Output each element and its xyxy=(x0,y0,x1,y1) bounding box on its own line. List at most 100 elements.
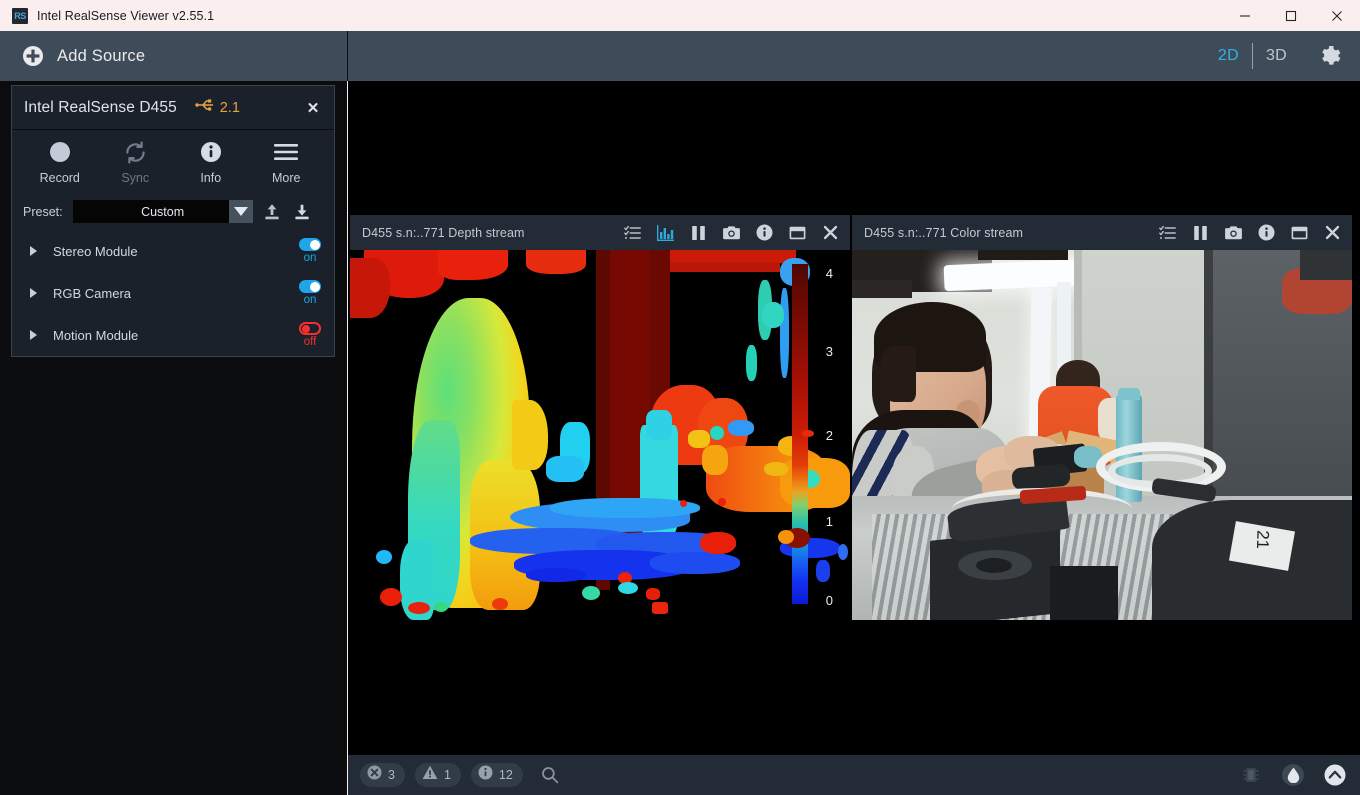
stream-close-icon[interactable] xyxy=(1324,224,1341,241)
color-stream-panel: D455 s.n:..771 Color stream xyxy=(852,215,1352,620)
status-bar: 3 1 12 xyxy=(348,755,1360,795)
toggle-state-label: on xyxy=(304,252,317,264)
usb-icon xyxy=(195,98,214,117)
colorbar-tick-1: 1 xyxy=(826,514,833,529)
stream-snapshot-icon[interactable] xyxy=(1225,224,1242,241)
module-row-motion[interactable]: Motion Module off xyxy=(12,314,334,356)
info-count: 12 xyxy=(499,768,513,782)
color-stream-title: D455 s.n:..771 Color stream xyxy=(864,226,1023,240)
hamburger-menu-icon xyxy=(274,140,298,164)
sync-arrows-icon xyxy=(124,140,147,164)
toggle-switch[interactable] xyxy=(299,238,321,251)
module-row-stereo[interactable]: Stereo Module on xyxy=(12,230,334,272)
stream-info-icon[interactable] xyxy=(1258,224,1275,241)
sync-label: Sync xyxy=(121,171,149,185)
preset-value: Custom xyxy=(141,205,184,219)
warning-triangle-icon xyxy=(422,765,438,785)
module-name: RGB Camera xyxy=(53,286,131,301)
motion-module-toggle[interactable]: off xyxy=(299,322,321,348)
module-name: Stereo Module xyxy=(53,244,138,259)
record-button[interactable]: Record xyxy=(22,140,98,185)
add-source-label: Add Source xyxy=(57,47,145,66)
toggle-state-label: on xyxy=(304,294,317,306)
more-button[interactable]: More xyxy=(249,140,325,185)
depth-stream-header: D455 s.n:..771 Depth stream xyxy=(350,215,850,250)
search-icon[interactable] xyxy=(541,766,559,784)
toolbar-divider xyxy=(347,31,348,81)
stream-metadata-icon[interactable] xyxy=(1159,224,1176,241)
triangle-right-icon[interactable] xyxy=(30,330,37,340)
stream-maximize-icon[interactable] xyxy=(789,224,806,241)
expand-panel-icon[interactable] xyxy=(1324,764,1346,786)
error-circle-icon xyxy=(367,765,382,785)
color-rgb-frame: 21 xyxy=(852,250,1352,620)
error-count-chip[interactable]: 3 xyxy=(360,763,405,787)
stream-snapshot-icon[interactable] xyxy=(723,224,740,241)
application-window: RS Intel RealSense Viewer v2.55.1 xyxy=(0,0,1360,795)
upload-preset-icon[interactable] xyxy=(261,201,283,223)
colorbar-tick-2: 2 xyxy=(826,428,833,443)
rgb-camera-toggle[interactable]: on xyxy=(299,280,321,306)
add-source-button[interactable]: Add Source xyxy=(0,31,347,81)
toggle-switch[interactable] xyxy=(299,322,321,335)
stream-metadata-icon[interactable] xyxy=(624,224,641,241)
tab-3d-view[interactable]: 3D xyxy=(1253,47,1300,65)
stereo-module-toggle[interactable]: on xyxy=(299,238,321,264)
stream-viewport: D455 s.n:..771 Depth stream xyxy=(348,81,1360,795)
minimize-button[interactable] xyxy=(1222,0,1268,31)
download-preset-icon[interactable] xyxy=(291,201,313,223)
depth-stream-actions xyxy=(624,224,839,241)
toggle-switch[interactable] xyxy=(299,280,321,293)
color-stream-image[interactable]: 21 xyxy=(852,250,1352,620)
info-circle-icon xyxy=(478,765,493,785)
preset-select[interactable]: Custom xyxy=(73,200,253,223)
window-titlebar: RS Intel RealSense Viewer v2.55.1 xyxy=(0,0,1360,31)
usb-version: 2.1 xyxy=(220,100,240,116)
chevron-down-icon[interactable] xyxy=(229,200,253,223)
device-close-button[interactable]: ✕ xyxy=(304,99,322,117)
preset-row: Preset: Custom xyxy=(12,191,334,230)
stream-pause-icon[interactable] xyxy=(1192,224,1209,241)
color-stream-header: D455 s.n:..771 Color stream xyxy=(852,215,1352,250)
stream-histogram-icon[interactable] xyxy=(657,224,674,241)
calibration-drop-icon[interactable] xyxy=(1282,764,1304,786)
view-mode-group: 2D 3D xyxy=(1205,31,1360,81)
depth-stream-panel: D455 s.n:..771 Depth stream xyxy=(350,215,850,620)
depth-stream-image[interactable]: 4 3 2 1 0 xyxy=(350,250,850,620)
sync-button[interactable]: Sync xyxy=(98,140,174,185)
warning-count-chip[interactable]: 1 xyxy=(415,763,461,787)
left-sidebar: Intel RealSense D455 2.1 xyxy=(0,81,347,795)
stream-pause-icon[interactable] xyxy=(690,224,707,241)
info-button[interactable]: Info xyxy=(173,140,249,185)
device-tools: Record Sync xyxy=(12,130,334,191)
stream-maximize-icon[interactable] xyxy=(1291,224,1308,241)
status-bar-right-actions xyxy=(1240,764,1346,786)
colorbar-tick-4: 4 xyxy=(826,266,833,281)
device-name: Intel RealSense D455 xyxy=(24,99,177,117)
module-row-rgb[interactable]: RGB Camera on xyxy=(12,272,334,314)
triangle-right-icon[interactable] xyxy=(30,288,37,298)
maximize-button[interactable] xyxy=(1268,0,1314,31)
app-icon: RS xyxy=(12,8,28,24)
stream-grid: D455 s.n:..771 Depth stream xyxy=(350,215,1353,620)
info-count-chip[interactable]: 12 xyxy=(471,763,523,787)
error-count: 3 xyxy=(388,768,395,782)
depth-stream-title: D455 s.n:..771 Depth stream xyxy=(362,226,525,240)
firmware-chip-icon[interactable] xyxy=(1240,764,1262,786)
device-header: Intel RealSense D455 2.1 xyxy=(12,86,334,129)
color-stream-actions xyxy=(1159,224,1341,241)
triangle-right-icon[interactable] xyxy=(30,246,37,256)
usb-status: 2.1 xyxy=(195,98,240,117)
window-title: Intel RealSense Viewer v2.55.1 xyxy=(37,9,214,23)
close-button[interactable] xyxy=(1314,0,1360,31)
stream-close-icon[interactable] xyxy=(822,224,839,241)
main-toolbar: Add Source 2D 3D xyxy=(0,31,1360,81)
warning-count: 1 xyxy=(444,768,451,782)
more-label: More xyxy=(272,171,300,185)
depth-colorized-frame: 4 3 2 1 0 xyxy=(350,250,850,620)
module-name: Motion Module xyxy=(53,328,138,343)
gear-icon[interactable] xyxy=(1318,44,1342,68)
tab-2d-view[interactable]: 2D xyxy=(1205,47,1252,65)
stream-info-icon[interactable] xyxy=(756,224,773,241)
toggle-state-label: off xyxy=(304,336,317,348)
